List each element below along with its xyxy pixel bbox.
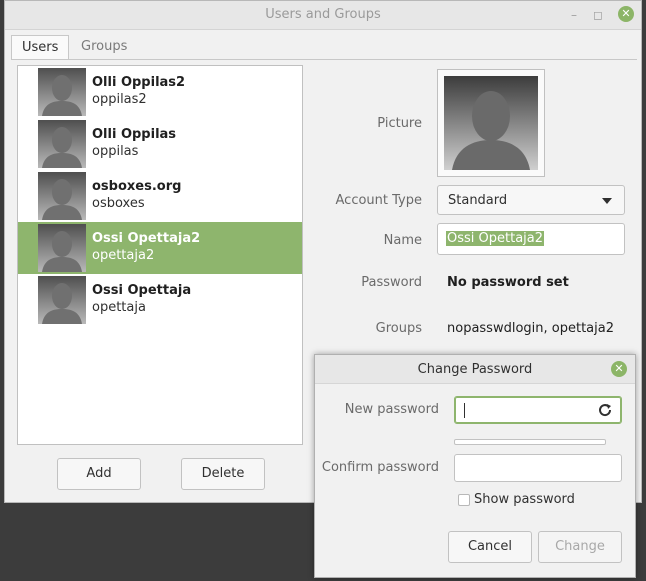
user-login: oppilas2: [92, 92, 147, 107]
delete-button[interactable]: Delete: [181, 458, 265, 490]
picture-button[interactable]: [437, 69, 545, 177]
user-row[interactable]: Ossi Opettaja opettaja: [18, 274, 302, 326]
show-password-label[interactable]: Show password: [474, 492, 575, 507]
close-icon[interactable]: ✕: [611, 361, 627, 377]
dialog-title: Change Password: [417, 362, 533, 377]
new-password-label: New password: [344, 402, 439, 417]
avatar-icon: [38, 224, 86, 272]
account-type-label: Account Type: [335, 193, 422, 208]
avatar-icon: [38, 68, 86, 116]
account-type-select[interactable]: Standard: [437, 185, 625, 215]
tab-users[interactable]: Users: [11, 35, 70, 60]
user-login: opettaja: [92, 300, 146, 315]
name-field[interactable]: Ossi Opettaja2: [437, 223, 625, 255]
maximize-icon[interactable]: ◻: [591, 8, 605, 22]
groups-label: Groups: [375, 321, 422, 336]
confirm-password-input[interactable]: [454, 454, 622, 482]
user-row[interactable]: Olli Oppilas2 oppilas2: [18, 66, 302, 118]
avatar-icon: [444, 76, 538, 170]
cancel-button[interactable]: Cancel: [448, 531, 532, 563]
user-login: opettaja2: [92, 248, 155, 263]
user-row[interactable]: Olli Oppilas oppilas: [18, 118, 302, 170]
user-name: Olli Oppilas2: [92, 75, 186, 90]
user-name: Olli Oppilas: [92, 127, 177, 142]
avatar-icon: [38, 120, 86, 168]
groups-value[interactable]: nopasswdlogin, opettaja2: [447, 321, 614, 336]
user-login: osboxes: [92, 196, 145, 211]
user-name: osboxes.org: [92, 179, 182, 194]
account-type-value: Standard: [448, 193, 508, 208]
picture-label: Picture: [377, 116, 422, 131]
dialog-titlebar[interactable]: Change Password ✕: [315, 355, 635, 384]
user-row-selected[interactable]: Ossi Opettaja2 opettaja2: [18, 222, 302, 274]
user-list: Olli Oppilas2 oppilas2 Olli Oppilas oppi…: [17, 65, 303, 445]
user-login: oppilas: [92, 144, 139, 159]
new-password-input[interactable]: [454, 396, 622, 424]
user-row[interactable]: osboxes.org osboxes: [18, 170, 302, 222]
window-title: Users and Groups: [265, 7, 381, 22]
name-value: Ossi Opettaja2: [446, 231, 545, 246]
name-label: Name: [383, 233, 422, 248]
password-strength-bar: [454, 439, 606, 445]
add-button[interactable]: Add: [57, 458, 141, 490]
show-password-checkbox[interactable]: [458, 494, 470, 506]
avatar-icon: [38, 172, 86, 220]
refresh-icon[interactable]: [597, 402, 613, 418]
tab-groups[interactable]: Groups: [71, 35, 137, 59]
user-name: Ossi Opettaja2: [92, 231, 201, 246]
close-icon[interactable]: ✕: [618, 6, 634, 22]
change-button[interactable]: Change: [538, 531, 622, 563]
change-password-dialog: Change Password ✕ New password Confirm p…: [314, 354, 636, 578]
dropdown-arrow-icon: [602, 198, 612, 204]
user-name: Ossi Opettaja: [92, 283, 192, 298]
window-titlebar[interactable]: Users and Groups – ◻ ✕: [5, 1, 641, 30]
password-value[interactable]: No password set: [447, 275, 569, 290]
confirm-password-label: Confirm password: [321, 460, 439, 475]
minimize-icon[interactable]: –: [567, 8, 581, 22]
password-label: Password: [361, 275, 422, 290]
text-caret: [464, 403, 465, 418]
avatar-icon: [38, 276, 86, 324]
